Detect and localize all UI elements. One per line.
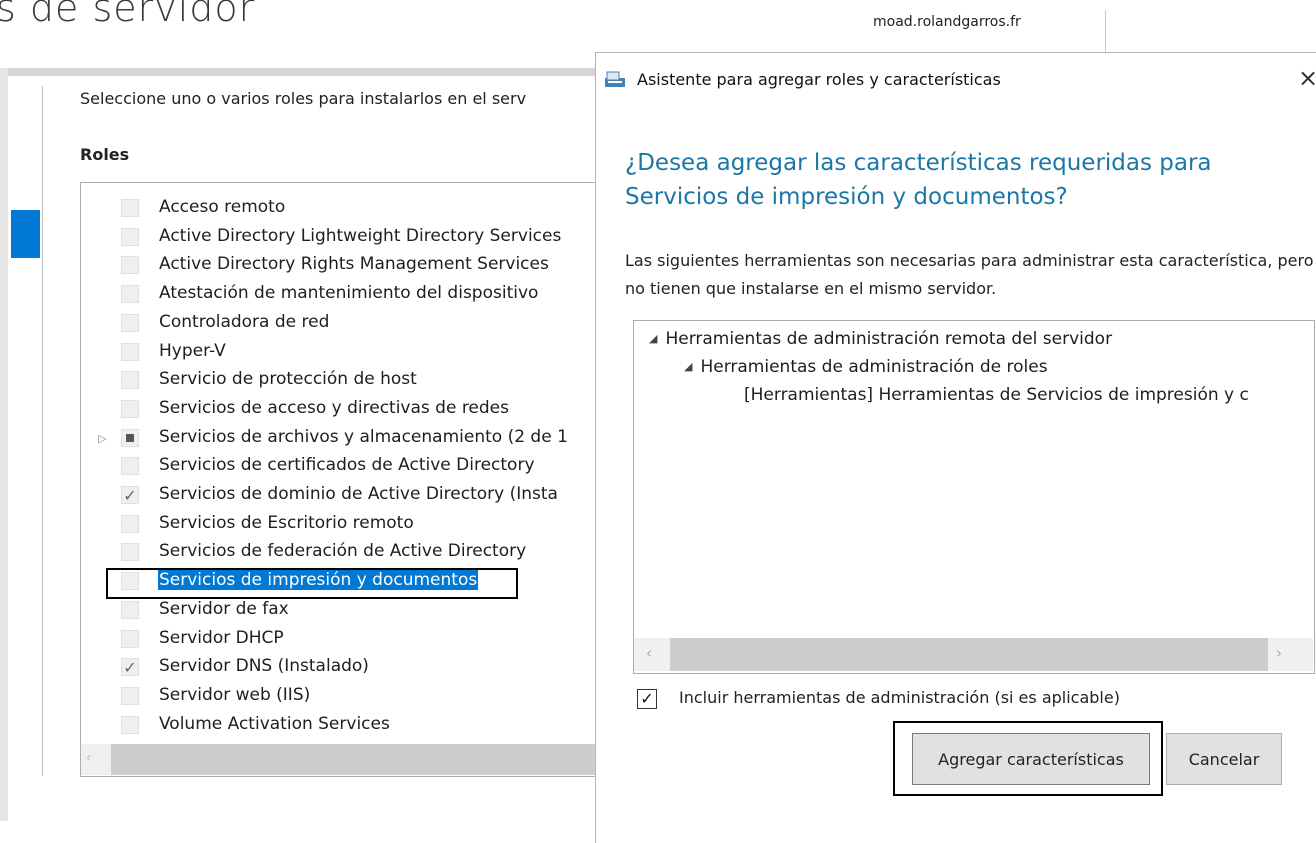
role-checkbox[interactable] [121,285,139,304]
role-label[interactable]: Active Directory Lightweight Directory S… [159,226,561,246]
role-label[interactable]: Servicios de dominio de Active Directory… [159,484,558,504]
roles-list[interactable]: Acceso remoto Active Directory Lightweigh… [80,182,612,777]
tree-node-label: Herramientas de administración de roles [700,357,1048,377]
role-label[interactable]: Servicios de acceso y directivas de rede… [159,398,509,418]
role-checkbox[interactable] [121,371,139,390]
tree-node-label: Herramientas de administración remota de… [665,329,1113,349]
scroll-right-icon[interactable]: › [1276,644,1282,662]
role-checkbox[interactable] [121,199,139,217]
roles-instruction: Seleccione uno o varios roles para insta… [80,89,527,108]
role-checkbox[interactable] [121,600,139,619]
include-tools-label[interactable]: Incluir herramientas de administración (… [679,688,1120,707]
role-checkbox[interactable] [121,313,139,332]
role-label[interactable]: Controladora de red [159,312,329,332]
role-checkbox[interactable] [121,256,139,275]
close-icon[interactable]: × [1298,64,1316,92]
role-label[interactable]: Atestación de mantenimiento del disposit… [159,283,538,303]
role-checkbox[interactable] [121,399,139,418]
role-label[interactable]: Servicios de certificados de Active Dire… [159,455,535,475]
role-item[interactable]: Acceso remoto [81,195,611,224]
role-item[interactable]: Servicios de Escritorio remoto [81,511,611,540]
role-label[interactable]: Acceso remoto [159,197,285,217]
tree-node[interactable]: ◢ Herramientas de administración remota d… [649,329,1112,349]
role-label[interactable]: Hyper-V [159,341,226,361]
role-checkbox[interactable] [121,686,139,705]
wizard-app-icon [605,71,625,87]
role-label[interactable]: Active Directory Rights Management Servi… [159,254,549,274]
role-label[interactable]: Volume Activation Services [159,714,390,734]
role-label[interactable]: Servicios de federación de Active Direct… [159,541,526,561]
dialog-title: Asistente para agregar roles y caracterí… [637,70,1001,89]
tree-node-label: [Herramientas] Herramientas de Servicios… [744,385,1249,405]
role-item[interactable]: Servidor web (IIS) [81,683,611,712]
add-features-button[interactable]: Agregar características [912,733,1150,785]
role-checkbox[interactable] [121,629,139,648]
role-label[interactable]: Servidor DHCP [159,628,284,648]
nav-divider [42,86,43,776]
role-item[interactable]: Servicios de federación de Active Direct… [81,539,611,568]
expand-arrow-icon[interactable]: ▷ [98,432,107,445]
role-checkbox[interactable] [121,342,139,361]
role-label[interactable]: Servicios de Escritorio remoto [159,513,414,533]
role-checkbox[interactable] [121,715,139,734]
tree-node[interactable]: [Herramientas] Herramientas de Servicios… [744,385,1249,405]
role-item[interactable]: Servidor DHCP [81,626,611,655]
role-label[interactable]: Servicio de protección de host [159,369,417,389]
roles-heading: Roles [80,145,130,164]
role-checkbox[interactable] [121,543,139,562]
header-band [0,68,600,76]
dialog-description: Las siguientes herramientas son necesari… [625,251,1314,298]
role-item[interactable]: Hyper-V [81,339,611,368]
role-checkbox[interactable] [121,457,139,476]
role-label[interactable]: Servidor de fax [159,599,289,619]
role-item[interactable]: Controladora de red [81,310,611,339]
role-label[interactable]: Servidor web (IIS) [159,685,310,705]
role-checkbox[interactable] [121,227,139,246]
dialog-heading: ¿Desea agregar las características reque… [625,150,1212,210]
role-checkbox[interactable] [121,514,139,533]
role-item[interactable]: Servicio de protección de host [81,367,611,396]
features-tree[interactable]: ◢ Herramientas de administración remota d… [633,320,1315,674]
include-tools-checkbox[interactable]: ✓ [637,689,657,709]
cancel-button[interactable]: Cancelar [1166,733,1282,785]
role-item[interactable]: ▷ Servicios de archivos y almacenamiento … [81,425,611,454]
scroll-left-icon[interactable]: ‹ [646,644,652,662]
role-item[interactable]: Atestación de mantenimiento del disposit… [81,281,611,310]
role-checkbox[interactable] [121,428,139,447]
nav-pane-edge [0,68,8,821]
role-item[interactable]: Servidor de fax [81,597,611,626]
role-item[interactable]: Servicios de certificados de Active Dire… [81,453,611,482]
role-item[interactable]: Volume Activation Services [81,712,611,741]
role-checkbox[interactable]: ✓ [121,486,139,504]
role-item[interactable]: Active Directory Lightweight Directory S… [81,224,611,253]
role-item[interactable]: Servicios de acceso y directivas de rede… [81,396,611,425]
collapse-arrow-icon[interactable]: ◢ [684,360,692,373]
focused-role-outline [106,568,518,599]
roles-scrollbar-thumb[interactable] [111,744,601,775]
server-name: moad.rolandgarros.fr [873,14,1021,30]
role-label[interactable]: Servidor DNS (Instalado) [159,656,369,676]
tree-node[interactable]: ◢ Herramientas de administración de roles [684,357,1048,377]
role-item[interactable]: ✓ Servidor DNS (Instalado) [81,654,611,683]
role-item[interactable]: ✓ Servicios de dominio de Active Director… [81,482,611,511]
scroll-left-icon[interactable]: ‹ [86,750,92,766]
role-item[interactable]: Active Directory Rights Management Servi… [81,252,611,281]
wizard-page-title: s de servidor [0,0,256,30]
tree-scrollbar-thumb[interactable] [670,638,1268,671]
nav-selected-indicator [11,210,40,258]
role-checkbox[interactable]: ✓ [121,658,139,677]
collapse-arrow-icon[interactable]: ◢ [649,332,657,345]
role-label[interactable]: Servicios de archivos y almacenamiento (… [159,427,568,447]
